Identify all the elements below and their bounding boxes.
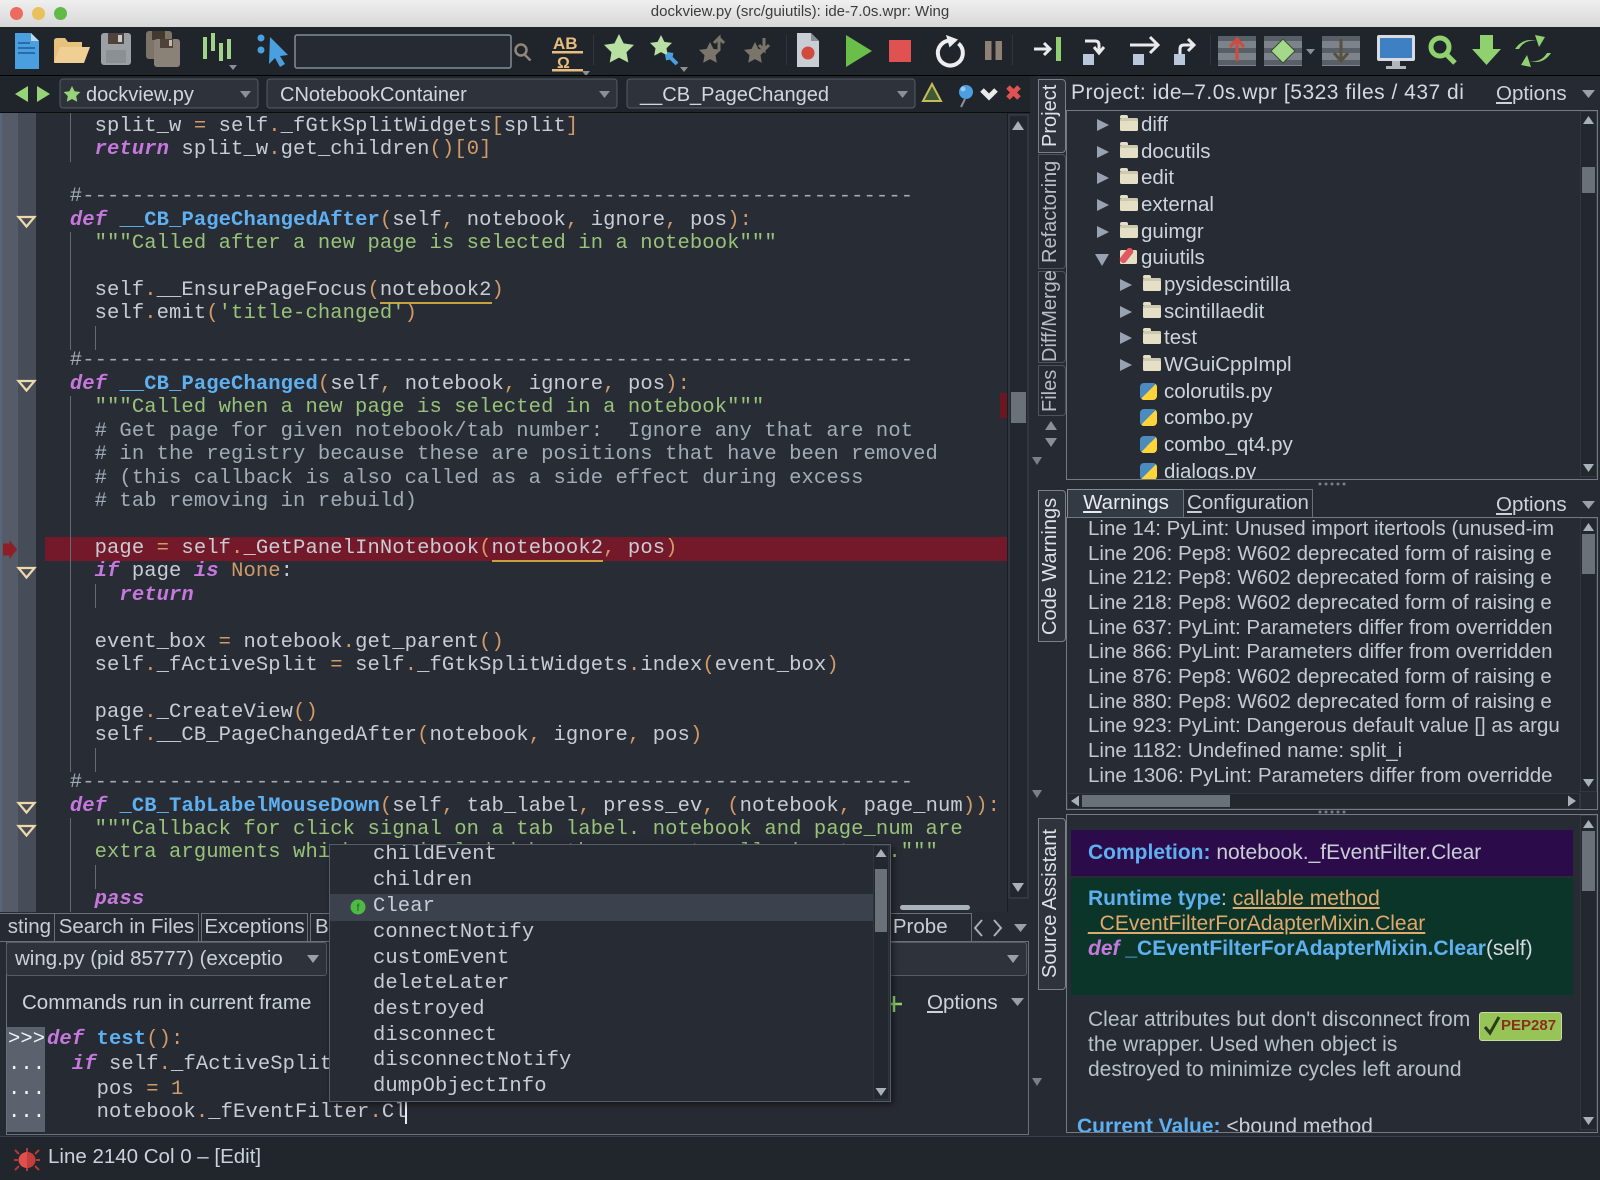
svg-text:CNotebookContainer: CNotebookContainer [280,84,467,106]
svg-text:AB: AB [553,34,578,53]
svg-text:__CB_PageChanged: __CB_PageChanged [639,84,829,106]
svg-text:dockview.py: dockview.py [86,84,194,106]
svg-text:f: f [357,903,360,914]
